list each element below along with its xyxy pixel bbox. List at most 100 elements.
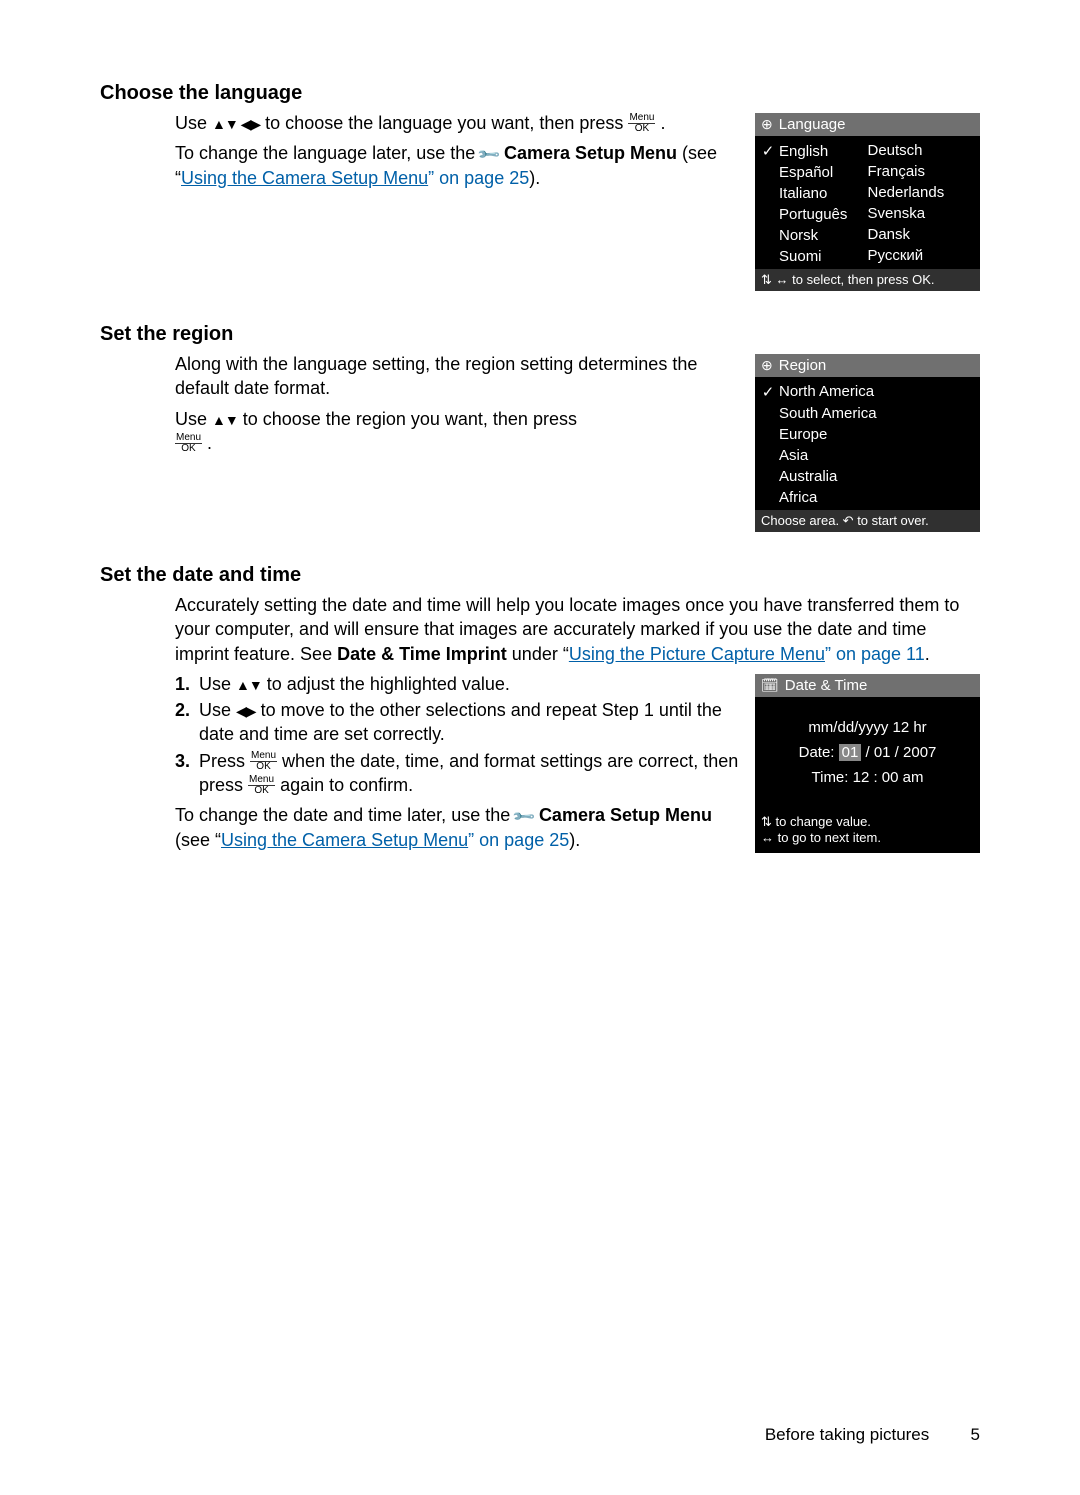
- region-item: Africa: [761, 487, 974, 508]
- lang-item: Nederlands: [868, 182, 975, 203]
- lcd-language-header: ⊕ Language: [755, 113, 980, 136]
- text: Use: [175, 113, 212, 133]
- menu-ok-icon: MenuOK: [250, 751, 277, 772]
- check-icon: [761, 447, 775, 464]
- text: ).: [529, 168, 540, 188]
- region-item: Asia: [761, 445, 974, 466]
- lang-label: Nederlands: [868, 184, 945, 201]
- leftright-icon: ◀▶: [236, 703, 256, 719]
- dt-time-label: Time:: [812, 769, 849, 786]
- lang-item: Suomi: [761, 246, 868, 267]
- footer-text: to change value.: [772, 814, 871, 829]
- region-label: North America: [779, 383, 874, 401]
- lang-label: Français: [868, 163, 926, 180]
- bold-text: Date & Time Imprint: [337, 644, 507, 664]
- section-set-region: Set the region Along with the language s…: [100, 323, 980, 532]
- dt-date-rest: / 01 / 2007: [861, 744, 936, 761]
- region-label: South America: [779, 405, 877, 422]
- text: .: [925, 644, 930, 664]
- region-list: ✓North America South America Europe Asia Aus…: [755, 377, 980, 510]
- footer-text: to select, then press OK.: [789, 272, 935, 287]
- footer-page-number: 5: [934, 1425, 980, 1445]
- lang-label: Svenska: [868, 205, 926, 222]
- globe-icon: ⊕: [761, 357, 773, 374]
- check-icon: ✓: [761, 142, 775, 160]
- check-icon: [761, 405, 775, 422]
- text: ).: [569, 830, 580, 850]
- lang-label: English: [779, 143, 828, 160]
- lcd-language-footer: ⇅ ↔ to select, then press OK.: [755, 269, 980, 291]
- text: again to confirm.: [280, 775, 413, 795]
- check-icon: ✓: [761, 383, 775, 401]
- link-camera-setup-menu[interactable]: Using the Camera Setup Menu: [221, 830, 468, 850]
- page-ref: ” on page 25: [428, 168, 529, 188]
- dt-date-label: Date:: [799, 744, 835, 761]
- undo-icon: ↶: [843, 513, 854, 528]
- updown-icon: ⇅: [761, 272, 772, 287]
- calendar-icon: 🗓: [761, 677, 779, 694]
- lang-label: Español: [779, 164, 833, 181]
- check-icon: [761, 468, 775, 485]
- text: to move to the other selections and repe…: [199, 700, 722, 744]
- page-ref: ” on page 11: [825, 644, 925, 664]
- lang-label: Italiano: [779, 185, 827, 202]
- lcd-title: Language: [779, 116, 846, 133]
- menu-ok-icon: MenuOK: [175, 433, 202, 454]
- lcd-region: ⊕ Region ✓North America South America Euro…: [755, 354, 980, 532]
- dt-time-line: Time: 12 : 00 am: [761, 769, 974, 786]
- text: Use: [199, 700, 236, 720]
- link-camera-setup-menu[interactable]: Using the Camera Setup Menu: [181, 168, 428, 188]
- heading-set-datetime: Set the date and time: [100, 564, 980, 587]
- link-picture-capture-menu[interactable]: Using the Picture Capture Menu: [569, 644, 825, 664]
- updown-icon: ▲▼: [236, 677, 262, 693]
- heading-choose-language: Choose the language: [100, 82, 980, 105]
- lang-item: Português: [761, 204, 868, 225]
- lang-label: Suomi: [779, 248, 822, 265]
- region-item: South America: [761, 403, 974, 424]
- lang-label: Português: [779, 206, 847, 223]
- region-text: Along with the language setting, the reg…: [175, 352, 755, 461]
- text: Along with the language setting, the reg…: [175, 352, 739, 401]
- lang-label: Dansk: [868, 226, 911, 243]
- lang-item: Svenska: [868, 203, 975, 224]
- bold-text: Camera Setup Menu: [504, 143, 677, 163]
- text: Use: [199, 674, 236, 694]
- footer-text: Choose area.: [761, 513, 843, 528]
- text: To change the language later, use the: [175, 143, 480, 163]
- lang-label: Deutsch: [868, 142, 923, 159]
- region-label: Africa: [779, 489, 817, 506]
- lcd-datetime: 🗓 Date & Time mm/dd/yyyy 12 hr Date: 01 …: [755, 674, 980, 853]
- updown-leftright-icon: ▲▼ ◀▶: [212, 116, 260, 132]
- updown-icon: ⇅: [761, 814, 772, 829]
- text: .: [660, 113, 665, 133]
- lang-item: Español: [761, 162, 868, 183]
- lcd-language: ⊕ Language ✓English Español Italiano Portug…: [755, 113, 980, 291]
- dt-date-line: Date: 01 / 01 / 2007: [761, 744, 974, 761]
- heading-set-region: Set the region: [100, 323, 980, 346]
- text: (see “: [175, 830, 221, 850]
- language-text: Use ▲▼ ◀▶ to choose the language you wan…: [175, 111, 755, 196]
- lcd-region-header: ⊕ Region: [755, 354, 980, 377]
- lcd-title: Date & Time: [785, 677, 868, 694]
- globe-icon: ⊕: [761, 116, 773, 133]
- region-label: Europe: [779, 426, 827, 443]
- leftright-icon: ↔: [776, 272, 789, 287]
- dt-time-value: 12 : 00 am: [848, 769, 923, 786]
- check-icon: [761, 426, 775, 443]
- region-label: Australia: [779, 468, 837, 485]
- step-3: 3. Press MenuOK when the date, time, and…: [175, 749, 739, 798]
- dt-date-highlight: 01: [839, 744, 862, 761]
- text: to choose the region you want, then pres…: [243, 409, 577, 429]
- menu-ok-icon: MenuOK: [248, 775, 275, 796]
- lang-label: Norsk: [779, 227, 818, 244]
- text: Press: [199, 751, 250, 771]
- region-label: Asia: [779, 447, 808, 464]
- lcd-title: Region: [779, 357, 827, 374]
- lang-item: Русский: [868, 245, 975, 266]
- menu-ok-icon: MenuOK: [628, 113, 655, 134]
- region-item: Europe: [761, 424, 974, 445]
- text: To change the date and time later, use t…: [175, 805, 515, 825]
- footer-section-name: Before taking pictures: [765, 1425, 929, 1444]
- bold-text: Camera Setup Menu: [539, 805, 712, 825]
- lang-item: ✓English: [761, 140, 868, 162]
